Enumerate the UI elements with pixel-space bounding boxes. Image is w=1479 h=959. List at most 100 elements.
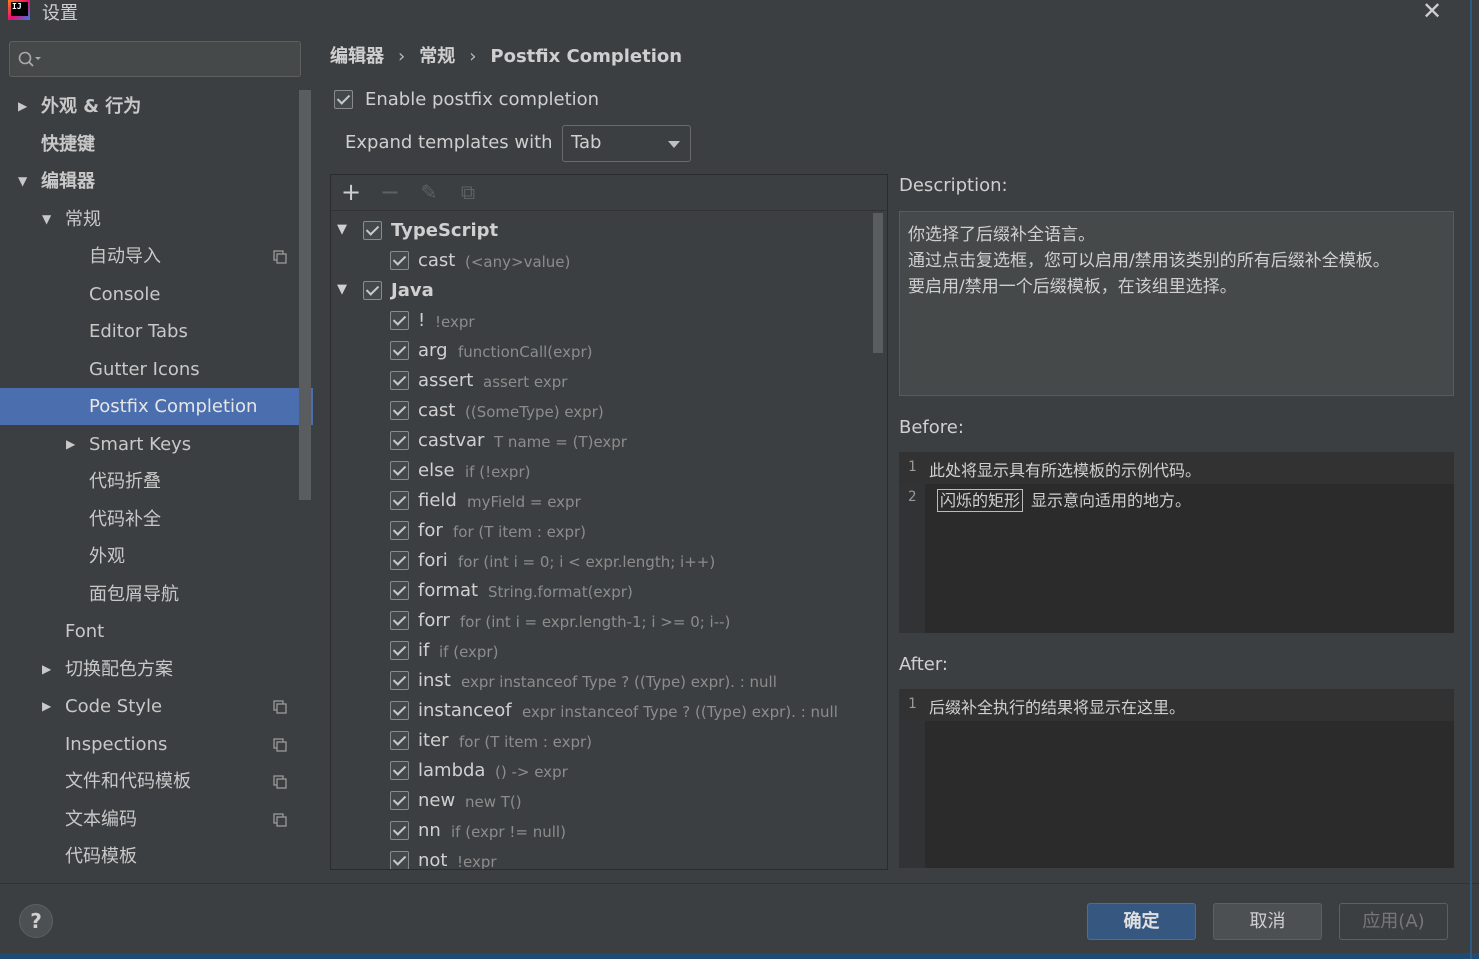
template-checkbox[interactable] [390, 731, 409, 750]
template-row[interactable]: nn if (expr != null) [331, 816, 871, 846]
sidebar-item[interactable]: 自动导入 [0, 238, 313, 275]
collapsed-arrow-icon[interactable]: ▶ [42, 651, 51, 688]
sidebar-item-label: 面包屑导航 [89, 583, 179, 605]
template-row[interactable]: if if (expr) [331, 636, 871, 666]
project-scope-icon [273, 700, 287, 714]
template-row[interactable]: else if (!expr) [331, 456, 871, 486]
sidebar-item[interactable]: ▶ Code Style [0, 688, 313, 725]
template-checkbox[interactable] [390, 371, 409, 390]
template-example: for (int i = expr.length-1; i >= 0; i--) [460, 613, 731, 631]
collapsed-arrow-icon[interactable]: ▶ [66, 426, 75, 463]
sidebar-item[interactable]: ▶ 外观 & 行为 [0, 88, 313, 125]
apply-button[interactable]: 应用(A) [1339, 903, 1448, 940]
description-line: 要启用/禁用一个后缀模板，在该组里选择。 [908, 277, 1237, 297]
template-row[interactable]: forr for (int i = expr.length-1; i >= 0; … [331, 606, 871, 636]
template-row[interactable]: inst expr instanceof Type ? ((Type) expr)… [331, 666, 871, 696]
template-checkbox[interactable] [363, 221, 382, 240]
template-row[interactable]: iter for (T item : expr) [331, 726, 871, 756]
sidebar-item[interactable]: 代码补全 [0, 501, 313, 538]
search-input[interactable] [46, 46, 296, 72]
expanded-arrow-icon[interactable]: ▼ [42, 201, 51, 238]
expanded-arrow-icon[interactable]: ▼ [18, 163, 27, 200]
template-row[interactable]: arg functionCall(expr) [331, 336, 871, 366]
template-checkbox[interactable] [390, 641, 409, 660]
edit-icon[interactable]: ✎ [417, 181, 441, 205]
expanded-arrow-icon[interactable]: ▼ [337, 282, 347, 297]
sidebar-item[interactable]: ▼ 编辑器 [0, 163, 313, 200]
sidebar-item[interactable]: ▶ 切换配色方案 [0, 651, 313, 688]
cancel-button[interactable]: 取消 [1213, 903, 1322, 940]
template-checkbox[interactable] [390, 821, 409, 840]
sidebar-item-label: 切换配色方案 [65, 658, 173, 680]
template-checkbox[interactable] [390, 521, 409, 540]
template-checkbox[interactable] [390, 701, 409, 720]
expand-key-select[interactable]: Tab [562, 125, 691, 162]
project-scope-icon [273, 775, 287, 789]
sidebar-item[interactable]: 外观 [0, 538, 313, 575]
template-checkbox[interactable] [390, 491, 409, 510]
template-row[interactable]: lambda () -> expr [331, 756, 871, 786]
template-row[interactable]: new new T() [331, 786, 871, 816]
template-row[interactable]: field myField = expr [331, 486, 871, 516]
search-field[interactable] [9, 41, 301, 77]
sidebar-item[interactable]: ▼ 常规 [0, 201, 313, 238]
template-checkbox[interactable] [390, 851, 409, 869]
template-checkbox[interactable] [390, 551, 409, 570]
template-checkbox[interactable] [390, 461, 409, 480]
template-checkbox[interactable] [390, 761, 409, 780]
template-checkbox[interactable] [390, 611, 409, 630]
sidebar-item[interactable]: ▶ Smart Keys [0, 426, 313, 463]
sidebar-item[interactable]: 面包屑导航 [0, 576, 313, 613]
sidebar-item[interactable]: 文本编码 [0, 801, 313, 838]
template-list: ▼ TypeScript cast (<any>value) ▼ Java! !expr ar… [331, 212, 887, 870]
template-group-row[interactable]: ▼ Java [331, 276, 871, 306]
template-checkbox[interactable] [390, 251, 409, 270]
expanded-arrow-icon[interactable]: ▼ [337, 222, 347, 237]
collapsed-arrow-icon[interactable]: ▶ [42, 688, 51, 725]
template-list-scrollbar[interactable] [873, 213, 883, 353]
template-group-row[interactable]: ▼ TypeScript [331, 216, 871, 246]
template-checkbox[interactable] [390, 671, 409, 690]
template-checkbox[interactable] [390, 341, 409, 360]
sidebar-item[interactable]: 文件和代码模板 [0, 763, 313, 800]
template-row[interactable]: ! !expr [331, 306, 871, 336]
sidebar-item[interactable]: 代码模板 [0, 838, 313, 875]
copy-icon[interactable]: ⧉ [456, 181, 480, 205]
template-row[interactable]: instanceof expr instanceof Type ? ((Type)… [331, 696, 871, 726]
sidebar-item[interactable]: Gutter Icons [0, 351, 313, 388]
template-checkbox[interactable] [390, 581, 409, 600]
window-bottom-edge [0, 953, 1479, 959]
remove-icon[interactable]: − [378, 180, 402, 205]
template-checkbox[interactable] [363, 281, 382, 300]
sidebar-item[interactable]: Editor Tabs [0, 313, 313, 350]
template-row[interactable]: format String.format(expr) [331, 576, 871, 606]
template-example: assert expr [483, 373, 568, 391]
template-example: for (T item : expr) [459, 733, 593, 751]
help-button[interactable]: ? [19, 904, 53, 938]
template-row[interactable]: assert assert expr [331, 366, 871, 396]
sidebar-scrollbar[interactable] [299, 90, 311, 500]
template-row[interactable]: fori for (int i = 0; i < expr.length; i++… [331, 546, 871, 576]
close-icon[interactable]: ✕ [1422, 0, 1442, 25]
template-row[interactable]: cast (<any>value) [331, 246, 871, 276]
template-checkbox[interactable] [390, 311, 409, 330]
template-checkbox[interactable] [390, 791, 409, 810]
sidebar-item[interactable]: Inspections [0, 726, 313, 763]
template-row[interactable]: not !expr [331, 846, 871, 870]
sidebar-item-label: 代码折叠 [89, 471, 161, 492]
sidebar-item[interactable]: Console [0, 276, 313, 313]
add-icon[interactable]: + [339, 180, 363, 205]
sidebar-item[interactable]: Font [0, 613, 313, 650]
sidebar-item[interactable]: 快捷键 [0, 126, 313, 163]
template-row[interactable]: for for (T item : expr) [331, 516, 871, 546]
ok-button[interactable]: 确定 [1087, 903, 1196, 940]
enable-postfix-checkbox[interactable] [334, 90, 353, 109]
template-row[interactable]: cast ((SomeType) expr) [331, 396, 871, 426]
template-example: !expr [457, 853, 497, 870]
sidebar-item[interactable]: Postfix Completion [0, 388, 313, 425]
collapsed-arrow-icon[interactable]: ▶ [18, 88, 27, 125]
template-row[interactable]: castvar T name = (T)expr [331, 426, 871, 456]
template-checkbox[interactable] [390, 431, 409, 450]
sidebar-item[interactable]: 代码折叠 [0, 463, 313, 500]
template-checkbox[interactable] [390, 401, 409, 420]
